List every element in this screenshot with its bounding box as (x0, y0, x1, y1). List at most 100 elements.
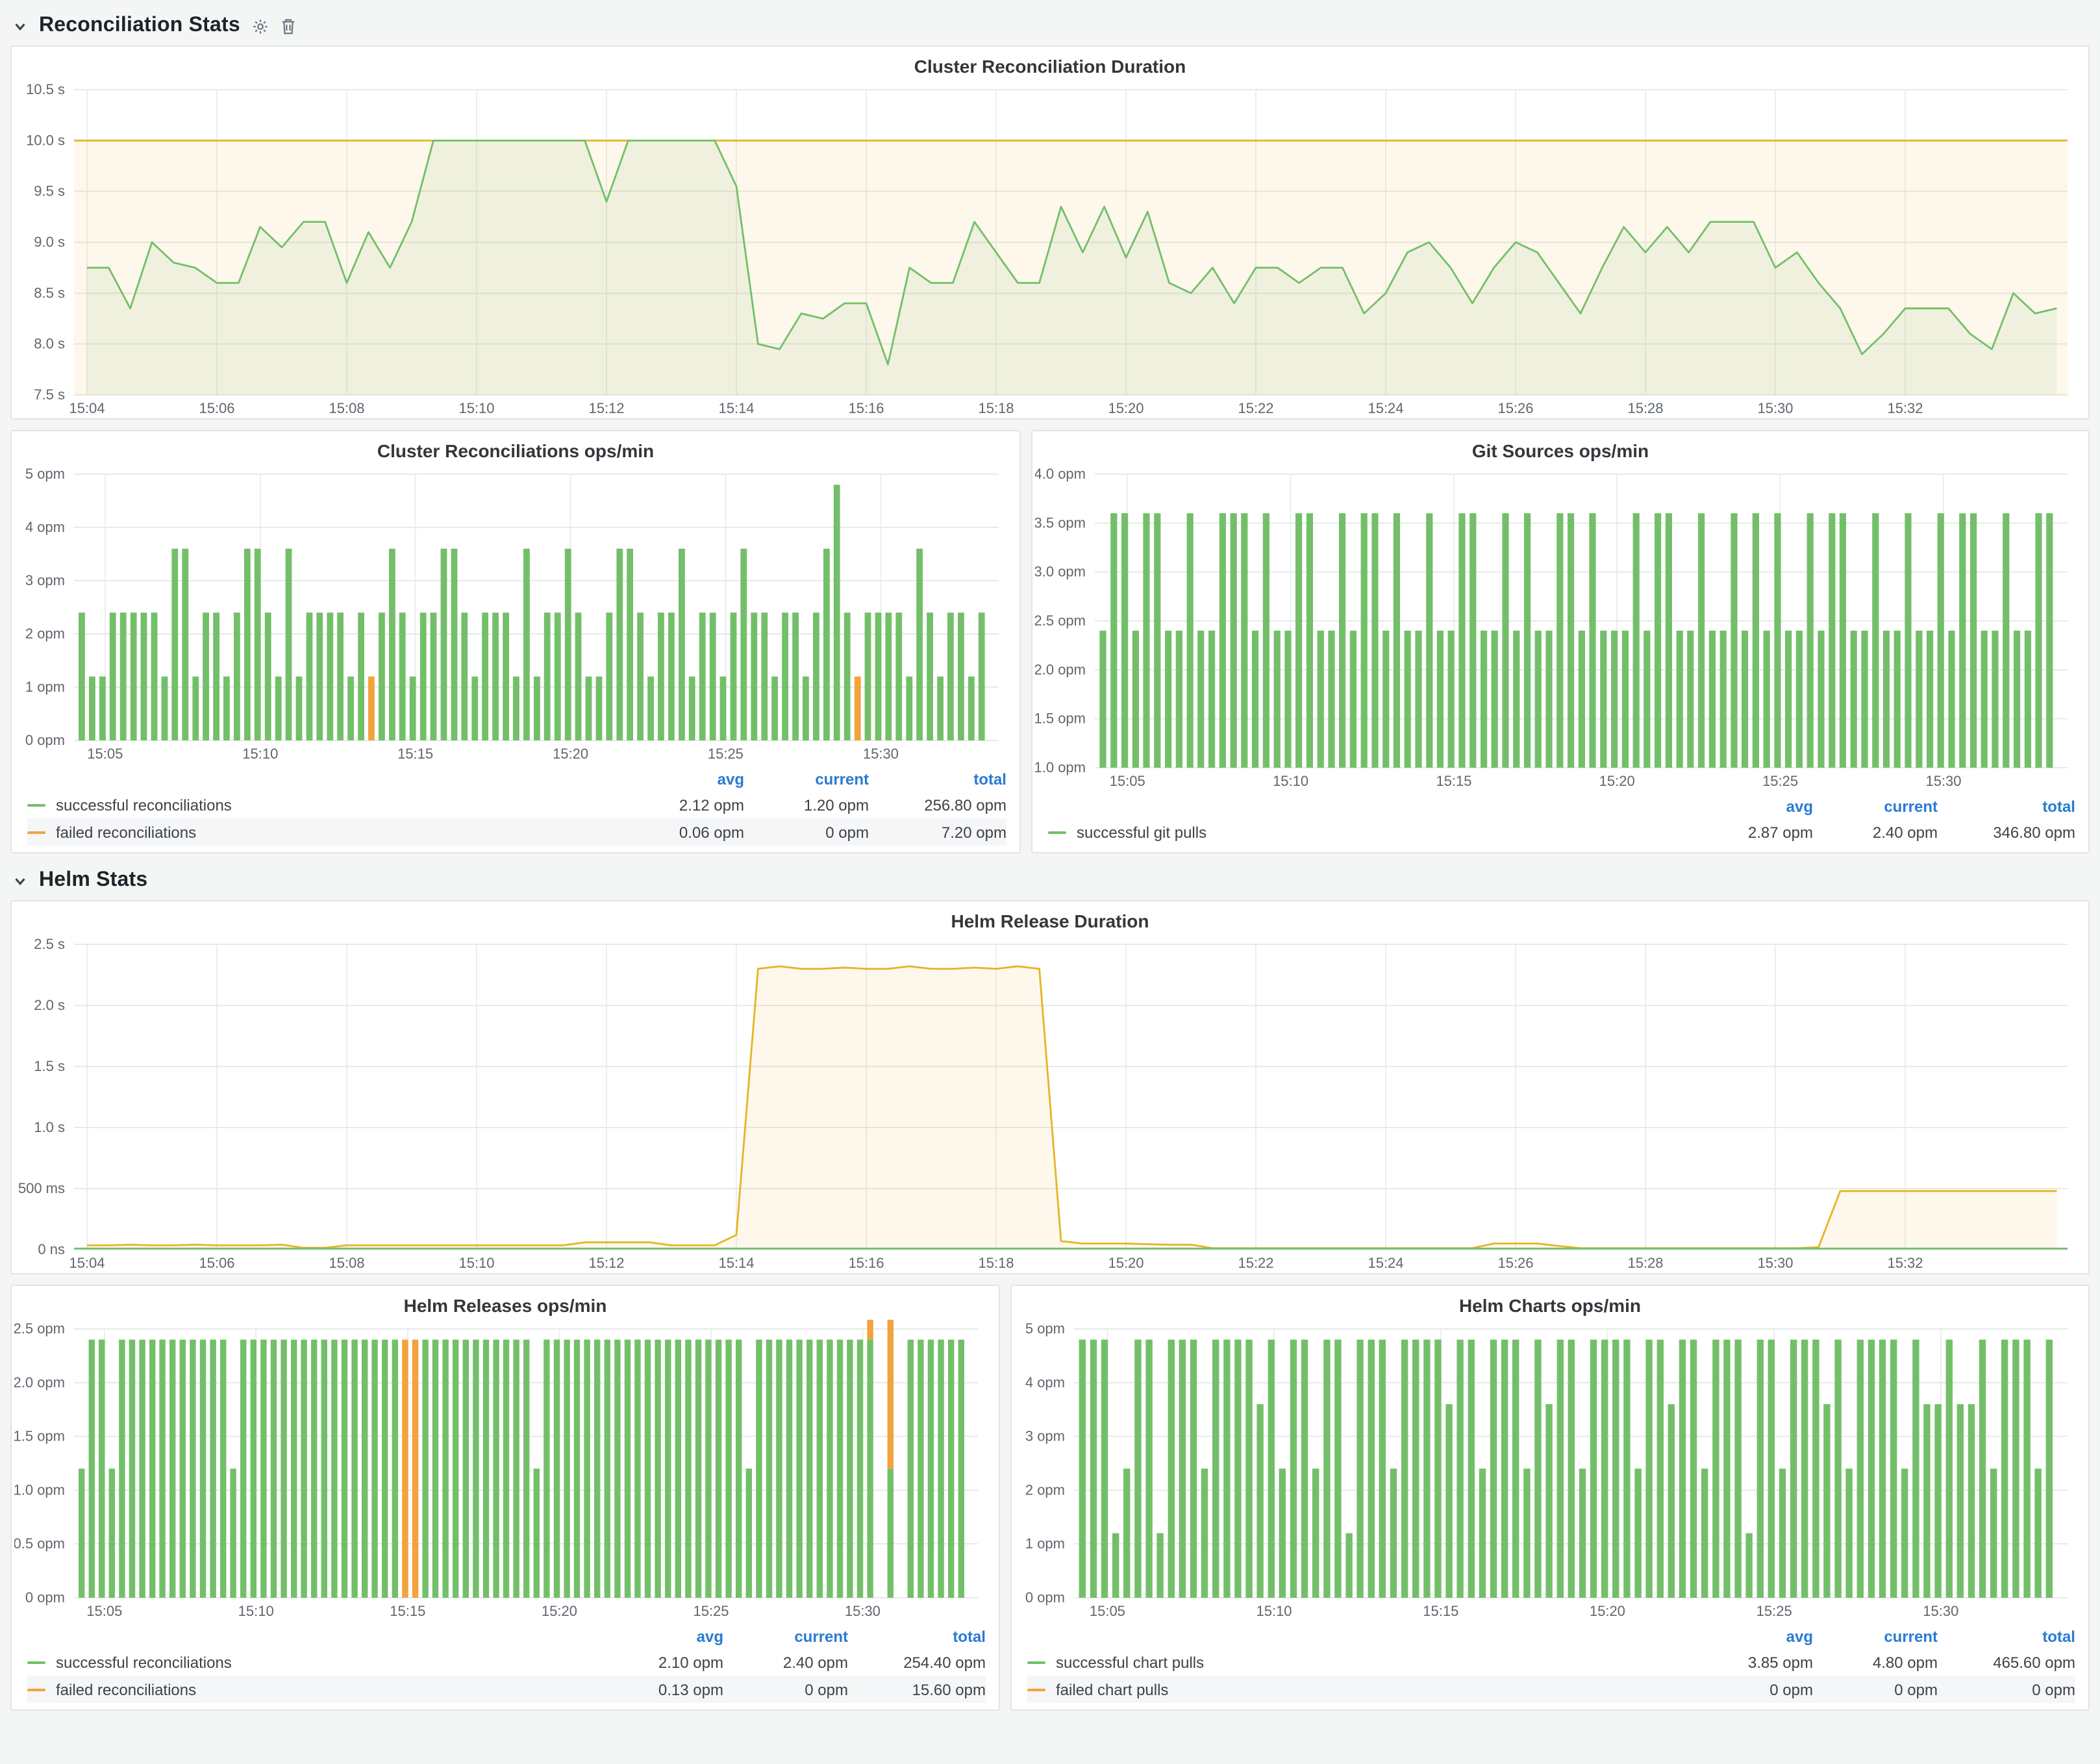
legend-series-label[interactable]: successful chart pulls (1053, 1653, 1688, 1671)
legend-series-label[interactable]: successful reconciliations (53, 1653, 599, 1671)
svg-text:15:20: 15:20 (542, 1603, 577, 1619)
legend-series-label[interactable]: successful reconciliations (53, 796, 619, 814)
legend-header-avg[interactable]: avg (599, 1627, 723, 1645)
legend-series-label[interactable]: failed reconciliations (53, 823, 619, 841)
legend-header-avg[interactable]: avg (619, 770, 744, 788)
legend: avg current total successful reconciliat… (12, 1621, 999, 1709)
panel-cluster-reconciliation-duration: Cluster Reconciliation Duration 15:04 15:… (10, 45, 2090, 420)
svg-text:15:05: 15:05 (1090, 1603, 1125, 1619)
svg-text:15:10: 15:10 (458, 1255, 494, 1271)
svg-text:4 opm: 4 opm (25, 519, 65, 535)
series-color-marker (1027, 1661, 1045, 1663)
legend-header-total[interactable]: total (1938, 797, 2075, 815)
legend: avg current total successful reconciliat… (12, 764, 1019, 852)
section-title[interactable]: Helm Stats (39, 869, 147, 892)
legend-header-avg[interactable]: avg (1688, 797, 1813, 815)
series-color-marker (27, 803, 45, 806)
svg-text:2.0 opm: 2.0 opm (1035, 661, 1086, 677)
legend-header-total[interactable]: total (848, 1627, 986, 1645)
legend-header-current[interactable]: current (723, 1627, 848, 1645)
svg-text:15:25: 15:25 (708, 746, 744, 762)
legend-row-successful: successful reconciliations 2.12 opm 1.20… (27, 791, 1006, 818)
svg-text:15:16: 15:16 (848, 400, 884, 416)
svg-text:15:05: 15:05 (87, 746, 123, 762)
trash-icon[interactable] (281, 18, 296, 34)
panel-helm-release-duration: Helm Release Duration 15:0415:0615:0815:… (10, 900, 2090, 1274)
legend: avg current total successful chart pulls… (1012, 1621, 2088, 1709)
section-reconciliation-stats[interactable]: Reconciliation Stats (10, 6, 2090, 45)
svg-text:3 opm: 3 opm (25, 572, 65, 588)
chart-helm-release-duration[interactable]: 15:0415:0615:0815:1015:1215:1415:1615:18… (14, 935, 2081, 1273)
legend-series-label[interactable]: failed reconciliations (53, 1680, 599, 1698)
svg-text:15:20: 15:20 (1599, 773, 1635, 789)
svg-text:3.0 opm: 3.0 opm (1035, 564, 1086, 580)
svg-text:15:06: 15:06 (199, 1255, 234, 1271)
series-color-marker (27, 1688, 45, 1691)
svg-text:1.0 opm: 1.0 opm (14, 1481, 65, 1498)
legend-current-value: 2.40 opm (1813, 823, 1938, 841)
svg-text:3.5 opm: 3.5 opm (1035, 514, 1086, 531)
chevron-down-icon[interactable] (13, 874, 27, 888)
svg-text:0.5 opm: 0.5 opm (14, 1535, 65, 1552)
legend-series-label[interactable]: failed chart pulls (1053, 1680, 1688, 1698)
svg-text:15:10: 15:10 (238, 1603, 274, 1619)
svg-text:15:15: 15:15 (1423, 1603, 1458, 1619)
legend-current-value: 0 opm (1813, 1680, 1938, 1698)
panel-title[interactable]: Cluster Reconciliation Duration (12, 47, 2088, 78)
svg-text:2.5 opm: 2.5 opm (1035, 612, 1086, 629)
svg-text:8.0 s: 8.0 s (34, 336, 65, 352)
svg-text:15:04: 15:04 (69, 400, 105, 416)
svg-text:15:25: 15:25 (1762, 773, 1798, 789)
svg-text:15:28: 15:28 (1627, 1255, 1663, 1271)
svg-text:15:30: 15:30 (845, 1603, 881, 1619)
svg-text:15:20: 15:20 (1590, 1603, 1625, 1619)
panel-title[interactable]: Helm Charts ops/min (1012, 1286, 2088, 1317)
chart-helm-releases-opm[interactable]: 15:0515:1015:1515:2015:2515:300 opm0.5 o… (14, 1320, 991, 1621)
svg-text:0 opm: 0 opm (1025, 1589, 1065, 1606)
legend-total-value: 256.80 opm (869, 796, 1006, 814)
legend-header-current[interactable]: current (1813, 797, 1938, 815)
svg-text:9.0 s: 9.0 s (34, 234, 65, 250)
chart-helm-charts-opm[interactable]: 15:0515:1015:1515:2015:2515:300 opm1 opm… (1014, 1320, 2081, 1621)
chart-cluster-reconciliations-opm[interactable]: 15:0515:1015:1515:2015:2515:300 opm1 opm… (14, 465, 1012, 764)
svg-text:3 opm: 3 opm (1025, 1428, 1065, 1444)
svg-text:500 ms: 500 ms (18, 1180, 65, 1196)
legend-row-successful: successful reconciliations 2.10 opm 2.40… (27, 1648, 986, 1676)
svg-text:15:14: 15:14 (718, 1255, 754, 1271)
legend-series-label[interactable]: successful git pulls (1074, 823, 1688, 841)
svg-text:15:08: 15:08 (329, 1255, 364, 1271)
chart-cluster-reconciliation-duration[interactable]: 15:0415:0615:0815:1015:1215:1415:1615:18… (14, 81, 2081, 418)
section-title[interactable]: Reconciliation Stats (39, 14, 240, 38)
svg-text:15:10: 15:10 (1256, 1603, 1292, 1619)
legend-header-avg[interactable]: avg (1688, 1627, 1813, 1645)
panel-title[interactable]: Git Sources ops/min (1032, 431, 2088, 462)
legend-header-row: avg current total (1027, 1624, 2075, 1648)
panel-title[interactable]: Helm Release Duration (12, 901, 2088, 933)
legend-total-value: 15.60 opm (848, 1680, 986, 1698)
legend-header-total[interactable]: total (869, 770, 1006, 788)
legend-avg-value: 3.85 opm (1688, 1653, 1813, 1671)
svg-text:15:08: 15:08 (329, 400, 364, 416)
legend-avg-value: 2.87 opm (1688, 823, 1813, 841)
chevron-down-icon[interactable] (13, 19, 27, 33)
section-helm-stats[interactable]: Helm Stats (10, 861, 2090, 900)
legend-total-value: 0 opm (1938, 1680, 2075, 1698)
legend-avg-value: 0 opm (1688, 1680, 1813, 1698)
legend-header-current[interactable]: current (744, 770, 869, 788)
legend-header-total[interactable]: total (1938, 1627, 2075, 1645)
svg-text:1.0 opm: 1.0 opm (1035, 759, 1086, 775)
svg-text:15:18: 15:18 (978, 1255, 1014, 1271)
legend-header-current[interactable]: current (1813, 1627, 1938, 1645)
svg-text:15:26: 15:26 (1497, 1255, 1533, 1271)
svg-text:15:20: 15:20 (1108, 400, 1144, 416)
panel-title[interactable]: Cluster Reconciliations ops/min (12, 431, 1019, 462)
gear-icon[interactable] (252, 18, 269, 34)
svg-text:15:30: 15:30 (1757, 1255, 1793, 1271)
chart-git-sources-opm[interactable]: 15:0515:1015:1515:2015:2515:301.0 opm1.5… (1035, 465, 2081, 791)
legend-row-successful: successful git pulls 2.87 opm 2.40 opm 3… (1048, 818, 2075, 846)
panel-title[interactable]: Helm Releases ops/min (12, 1286, 999, 1317)
legend-row-failed: failed reconciliations 0.13 opm 0 opm 15… (27, 1676, 986, 1703)
svg-text:1 opm: 1 opm (25, 679, 65, 695)
svg-text:15:18: 15:18 (978, 400, 1014, 416)
svg-text:15:25: 15:25 (1756, 1603, 1792, 1619)
